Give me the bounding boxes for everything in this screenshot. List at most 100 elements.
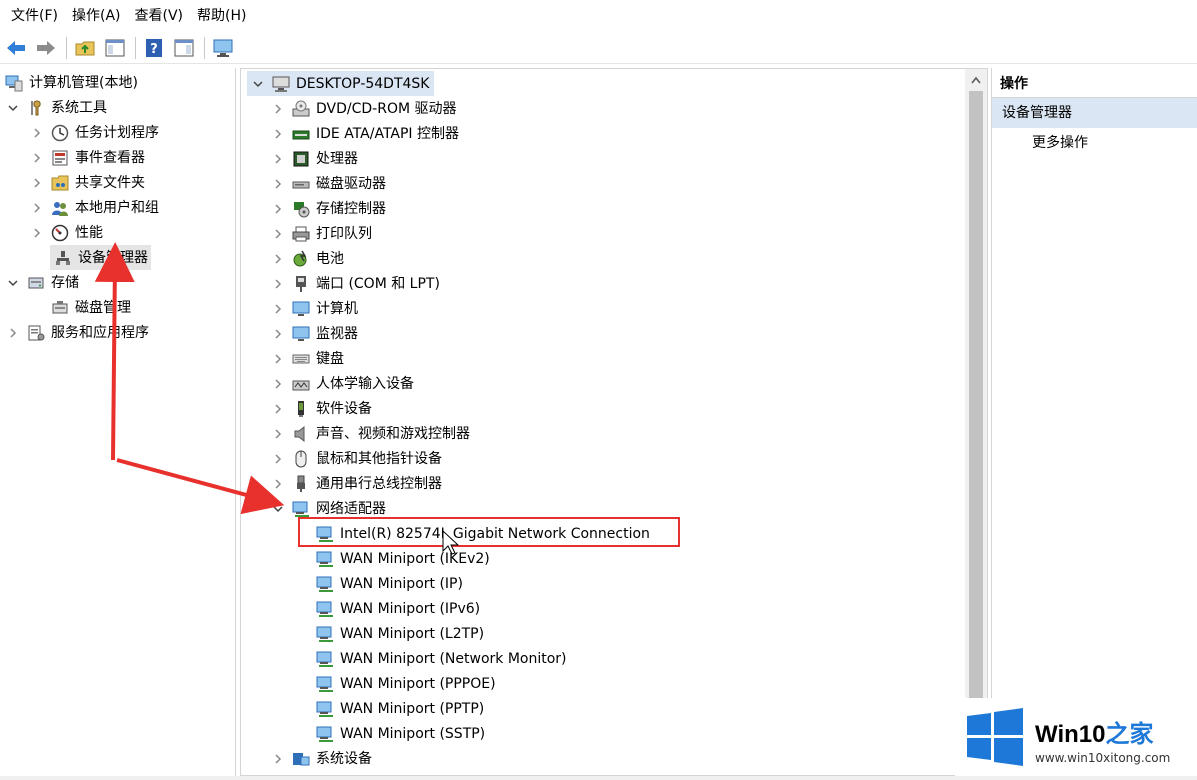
tree-label: 磁盘管理 — [75, 299, 131, 316]
more-actions-link[interactable]: 更多操作 — [992, 128, 1197, 158]
back-icon[interactable] — [4, 36, 28, 60]
chevron-right-icon[interactable] — [271, 177, 285, 191]
scroll-up-icon[interactable] — [965, 69, 987, 91]
forward-icon[interactable] — [34, 36, 58, 60]
chevron-right-icon[interactable] — [271, 227, 285, 241]
tree-item-ide-ata[interactable]: IDE ATA/ATAPI 控制器 — [271, 121, 459, 146]
vertical-scrollbar[interactable] — [965, 69, 987, 775]
menu-file[interactable]: 文件(F) — [4, 0, 65, 32]
properties-icon[interactable] — [172, 36, 196, 60]
tree-item-network-adapter[interactable]: WAN Miniport (PPPOE) — [315, 671, 496, 696]
tree-item-disk-management[interactable]: 磁盘管理 — [50, 295, 131, 320]
show-hide-tree-icon[interactable] — [103, 36, 127, 60]
event-viewer-icon — [50, 148, 70, 168]
tree-item-local-users[interactable]: 本地用户和组 — [30, 195, 159, 220]
tree-item-shared-folders[interactable]: 共享文件夹 — [30, 170, 145, 195]
help-icon[interactable]: ? — [142, 36, 166, 60]
actions-section-device-manager[interactable]: 设备管理器 — [992, 98, 1197, 128]
up-folder-icon[interactable] — [73, 36, 97, 60]
tree-item-task-scheduler[interactable]: 任务计划程序 — [30, 120, 159, 145]
tree-item-network-adapter[interactable]: Intel(R) 82574L Gigabit Network Connecti… — [315, 521, 650, 546]
tree-item-processor[interactable]: 处理器 — [271, 146, 358, 171]
chevron-right-icon[interactable] — [271, 452, 285, 466]
tree-item-network-adapter[interactable]: WAN Miniport (IKEv2) — [315, 546, 490, 571]
chevron-right-icon[interactable] — [271, 127, 285, 141]
chevron-right-icon[interactable] — [271, 402, 285, 416]
tree-item-dvd-cdrom[interactable]: DVD/CD-ROM 驱动器 — [271, 96, 457, 121]
tree-item-usb-controllers[interactable]: 通用串行总线控制器 — [271, 471, 442, 496]
tree-item-network-adapter[interactable]: WAN Miniport (PPTP) — [315, 696, 484, 721]
chevron-right-icon[interactable] — [30, 126, 44, 140]
chevron-right-icon[interactable] — [271, 152, 285, 166]
menu-action[interactable]: 操作(A) — [65, 0, 128, 32]
tree-item-network-adapter[interactable]: WAN Miniport (Network Monitor) — [315, 646, 567, 671]
tree-label: WAN Miniport (SSTP) — [340, 725, 486, 742]
watermark-brand: Win10 — [1035, 720, 1106, 748]
chevron-right-icon[interactable] — [271, 352, 285, 366]
tree-label: 共享文件夹 — [75, 174, 145, 191]
svg-text:?: ? — [150, 42, 158, 57]
tree-item-hid[interactable]: 人体学输入设备 — [271, 371, 414, 396]
chevron-down-icon[interactable] — [6, 276, 20, 290]
tree-item-ports[interactable]: 端口 (COM 和 LPT) — [271, 271, 440, 296]
tree-item-computer[interactable]: 计算机 — [271, 296, 358, 321]
chevron-right-icon[interactable] — [271, 477, 285, 491]
tree-item-system-tools[interactable]: 系统工具 — [6, 95, 107, 120]
tree-item-performance[interactable]: 性能 — [30, 220, 103, 245]
tree-label: 计算机 — [316, 300, 358, 317]
tree-item-monitors[interactable]: 监视器 — [271, 321, 358, 346]
chevron-right-icon[interactable] — [6, 326, 20, 340]
tree-item-battery[interactable]: 电池 — [271, 246, 344, 271]
tree-item-network-adapters[interactable]: 网络适配器 — [271, 496, 386, 521]
tree-item-network-adapter[interactable]: WAN Miniport (IPv6) — [315, 596, 480, 621]
tree-item-system-devices[interactable]: 系统设备 — [271, 746, 372, 771]
chevron-right-icon[interactable] — [271, 202, 285, 216]
chevron-right-icon[interactable] — [271, 427, 285, 441]
menu-view[interactable]: 查看(V) — [128, 0, 191, 32]
chevron-right-icon[interactable] — [30, 226, 44, 240]
tree-item-sound-video[interactable]: 声音、视频和游戏控制器 — [271, 421, 470, 446]
tree-item-disk-drives[interactable]: 磁盘驱动器 — [271, 171, 386, 196]
chevron-right-icon[interactable] — [271, 252, 285, 266]
hid-icon — [291, 374, 311, 394]
chevron-down-icon[interactable] — [251, 77, 265, 91]
tree-item-network-adapter[interactable]: WAN Miniport (L2TP) — [315, 621, 484, 646]
chevron-right-icon[interactable] — [271, 102, 285, 116]
monitors-icon — [291, 324, 311, 344]
tree-item-services-applications[interactable]: 服务和应用程序 — [6, 320, 149, 345]
chevron-right-icon[interactable] — [30, 201, 44, 215]
tree-item-print-queues[interactable]: 打印队列 — [271, 221, 372, 246]
chevron-right-icon[interactable] — [30, 151, 44, 165]
chevron-right-icon[interactable] — [271, 277, 285, 291]
tree-item-storage[interactable]: 存储 — [6, 270, 79, 295]
chevron-right-icon[interactable] — [271, 302, 285, 316]
chevron-right-icon[interactable] — [30, 176, 44, 190]
chevron-right-icon[interactable] — [271, 752, 285, 766]
monitor-icon[interactable] — [211, 36, 235, 60]
tree-label: 通用串行总线控制器 — [316, 475, 442, 492]
chevron-right-icon[interactable] — [271, 377, 285, 391]
tree-item-network-adapter[interactable]: WAN Miniport (SSTP) — [315, 721, 485, 746]
users-icon — [50, 198, 70, 218]
tree-item-network-adapter[interactable]: WAN Miniport (IP) — [315, 571, 463, 596]
tree-item-keyboards[interactable]: 键盘 — [271, 346, 344, 371]
tree-item-storage-controllers[interactable]: 存储控制器 — [271, 196, 386, 221]
menu-help[interactable]: 帮助(H) — [190, 0, 253, 32]
tree-label: WAN Miniport (PPTP) — [340, 700, 485, 717]
computer-icon — [291, 299, 311, 319]
tree-item-event-viewer[interactable]: 事件查看器 — [30, 145, 145, 170]
tree-item-computer-root[interactable]: DESKTOP-54DT4SK — [247, 71, 434, 96]
chevron-right-icon[interactable] — [271, 327, 285, 341]
chevron-down-icon[interactable] — [271, 502, 285, 516]
clock-icon — [50, 123, 70, 143]
tree-item-mice[interactable]: 鼠标和其他指针设备 — [271, 446, 442, 471]
tree-label: WAN Miniport (IKEv2) — [340, 550, 490, 567]
tree-item-software-devices[interactable]: 软件设备 — [271, 396, 372, 421]
system-devices-icon — [291, 749, 311, 769]
tree-item-device-manager[interactable]: 设备管理器 — [50, 245, 151, 270]
chevron-down-icon[interactable] — [6, 101, 20, 115]
tree-item-computer-management[interactable]: 计算机管理(本地) — [4, 70, 138, 95]
network-adapter-icon — [315, 599, 335, 619]
scrollbar-thumb[interactable] — [969, 91, 983, 701]
tree-label: 打印队列 — [316, 225, 372, 242]
